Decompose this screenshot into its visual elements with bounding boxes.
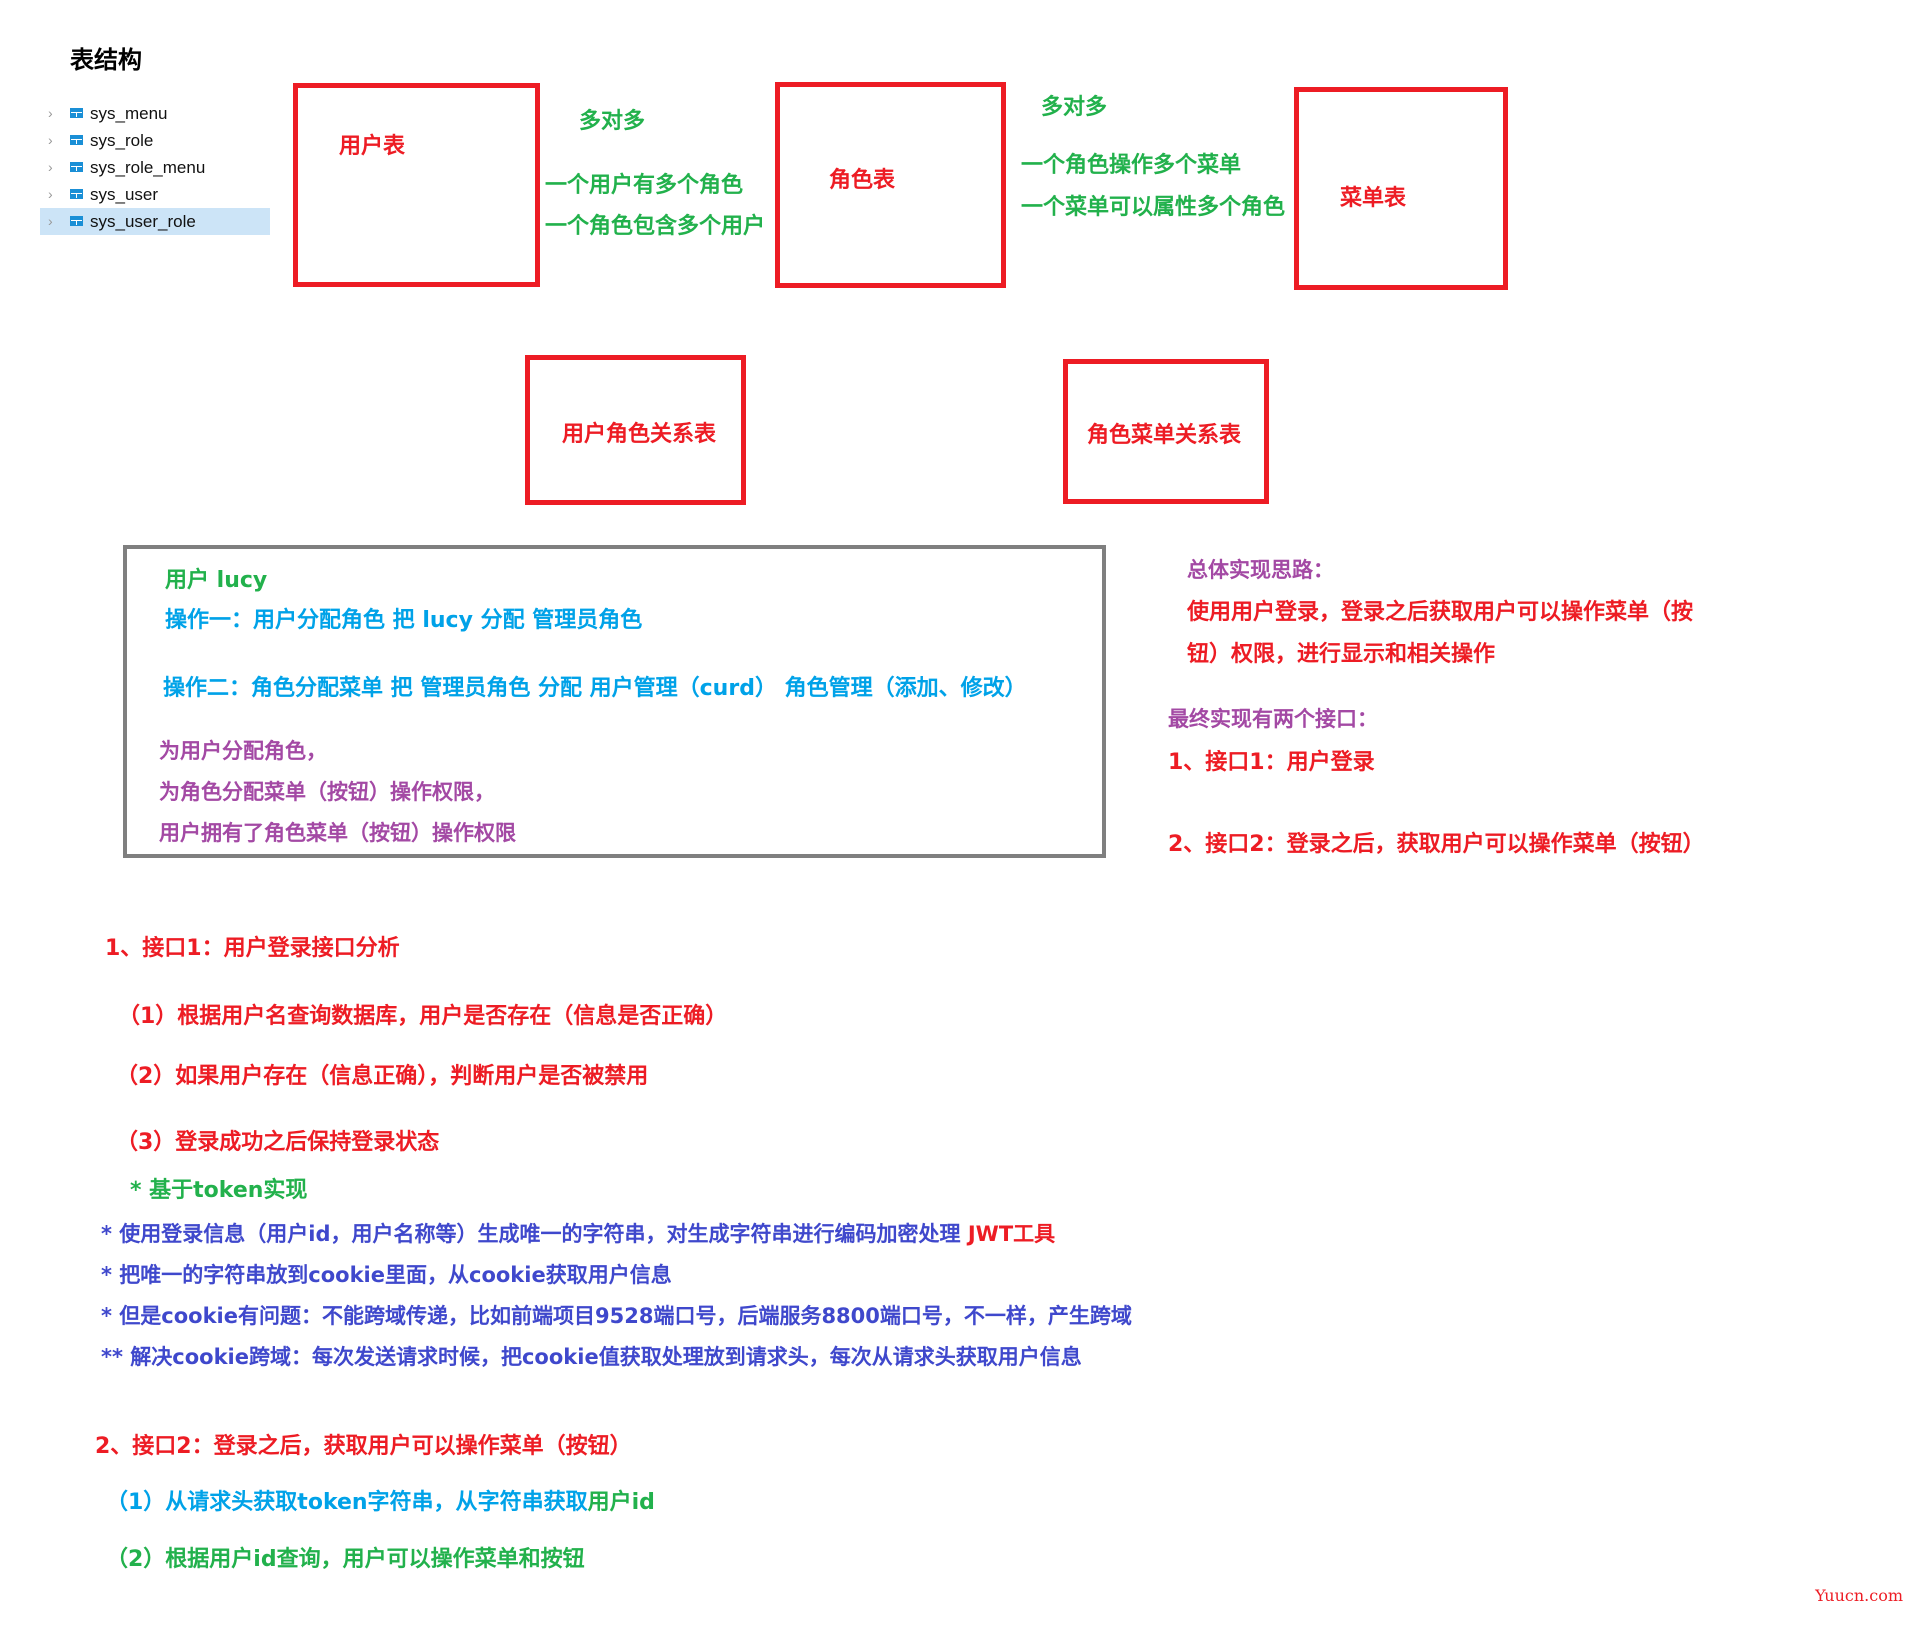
table-icon	[70, 216, 83, 226]
section1-note-3: * 但是cookie有问题：不能跨域传递，比如前端项目9528端口号，后端服务8…	[101, 1304, 1132, 1328]
tree-item-label: sys_user	[90, 185, 159, 204]
section1-note-2: * 把唯一的字符串放到cookie里面，从cookie获取用户信息	[101, 1263, 672, 1287]
section1-note-4: ** 解决cookie跨域：每次发送请求时候，把cookie值获取处理放到请求头…	[101, 1345, 1082, 1369]
example-summary-1: 为用户分配角色，	[159, 739, 327, 763]
section1-heading: 1、接口1：用户登录接口分析	[105, 936, 400, 961]
overall-heading: 总体实现思路：	[1187, 558, 1334, 582]
role-menu-table-label: 角色菜单关系表	[1087, 423, 1242, 448]
step1-text: （1）从请求头获取token字符串，从字符串获取	[106, 1490, 588, 1515]
example-summary-3: 用户拥有了角色菜单（按钮）操作权限	[159, 821, 516, 845]
page-title: 表结构	[70, 46, 142, 74]
tree-item-sys-user-role[interactable]: › sys_user_role	[40, 208, 270, 235]
table-icon	[70, 162, 83, 172]
tree-item-sys-role-menu[interactable]: › sys_role_menu	[40, 154, 270, 181]
example-op2: 操作二：角色分配菜单 把 管理员角色 分配 用户管理（curd） 角色管理（添加…	[163, 676, 1027, 701]
example-user: 用户 lucy	[165, 568, 268, 593]
section2-heading: 2、接口2：登录之后，获取用户可以操作菜单（按钮）	[95, 1434, 632, 1459]
user-role-table-label: 用户角色关系表	[562, 422, 717, 447]
relation-user-role-line2: 一个角色包含多个用户	[545, 214, 766, 239]
interfaces-heading: 最终实现有两个接口：	[1168, 707, 1378, 731]
tree-item-label: sys_user_role	[90, 212, 196, 231]
tree-item-label: sys_role_menu	[90, 158, 206, 177]
section2-step1: （1）从请求头获取token字符串，从字符串获取用户id	[106, 1484, 655, 1516]
section1-note-1: * 使用登录信息（用户id，用户名称等）生成唯一的字符串，对生成字符串进行编码加…	[101, 1218, 1055, 1248]
interface-2: 2、接口2：登录之后，获取用户可以操作菜单（按钮）	[1168, 832, 1705, 857]
chevron-right-icon[interactable]: ›	[48, 181, 53, 208]
watermark: Yuucn.com	[1815, 1586, 1903, 1605]
relation-role-menu-type: 多对多	[1041, 95, 1108, 120]
user-table-box	[293, 83, 540, 287]
user-table-label: 用户表	[339, 134, 406, 159]
overall-line1: 使用用户登录，登录之后获取用户可以操作菜单（按	[1187, 600, 1694, 625]
section1-step3: （3）登录成功之后保持登录状态	[116, 1130, 440, 1155]
section1-token-note: * 基于token实现	[130, 1178, 308, 1203]
tree-item-sys-menu[interactable]: › sys_menu	[40, 100, 270, 127]
tree-item-sys-user[interactable]: › sys_user	[40, 181, 270, 208]
chevron-right-icon[interactable]: ›	[48, 208, 53, 235]
table-tree: › sys_menu › sys_role › sys_role_menu › …	[40, 100, 270, 235]
section1-step1: （1）根据用户名查询数据库，用户是否存在（信息是否正确）	[118, 1004, 728, 1029]
table-icon	[70, 135, 83, 145]
relation-role-menu-line2: 一个菜单可以属性多个角色	[1021, 195, 1286, 220]
chevron-right-icon[interactable]: ›	[48, 127, 53, 154]
overall-line2: 钮）权限，进行显示和相关操作	[1187, 642, 1496, 667]
relation-user-role-type: 多对多	[579, 109, 646, 134]
table-icon	[70, 189, 83, 199]
menu-table-label: 菜单表	[1340, 186, 1407, 211]
relation-user-role-line1: 一个用户有多个角色	[545, 173, 744, 198]
section2-step2: （2）根据用户id查询，用户可以操作菜单和按钮	[106, 1547, 585, 1572]
example-summary-2: 为角色分配菜单（按钮）操作权限，	[159, 780, 495, 804]
relation-role-menu-line1: 一个角色操作多个菜单	[1021, 153, 1242, 178]
chevron-right-icon[interactable]: ›	[48, 100, 53, 127]
table-icon	[70, 108, 83, 118]
tree-item-label: sys_role	[90, 131, 154, 150]
jwt-highlight: JWT工具	[967, 1222, 1056, 1246]
role-table-label: 角色表	[829, 168, 896, 193]
interface-1: 1、接口1：用户登录	[1168, 750, 1375, 775]
note-text: * 使用登录信息（用户id，用户名称等）生成唯一的字符串，对生成字符串进行编码加…	[101, 1222, 968, 1246]
step1-userid: 用户id	[587, 1490, 655, 1515]
section1-step2: （2）如果用户存在（信息正确），判断用户是否被禁用	[116, 1064, 649, 1089]
tree-item-label: sys_menu	[90, 104, 168, 123]
chevron-right-icon[interactable]: ›	[48, 154, 53, 181]
tree-item-sys-role[interactable]: › sys_role	[40, 127, 270, 154]
example-op1: 操作一：用户分配角色 把 lucy 分配 管理员角色	[165, 608, 643, 633]
